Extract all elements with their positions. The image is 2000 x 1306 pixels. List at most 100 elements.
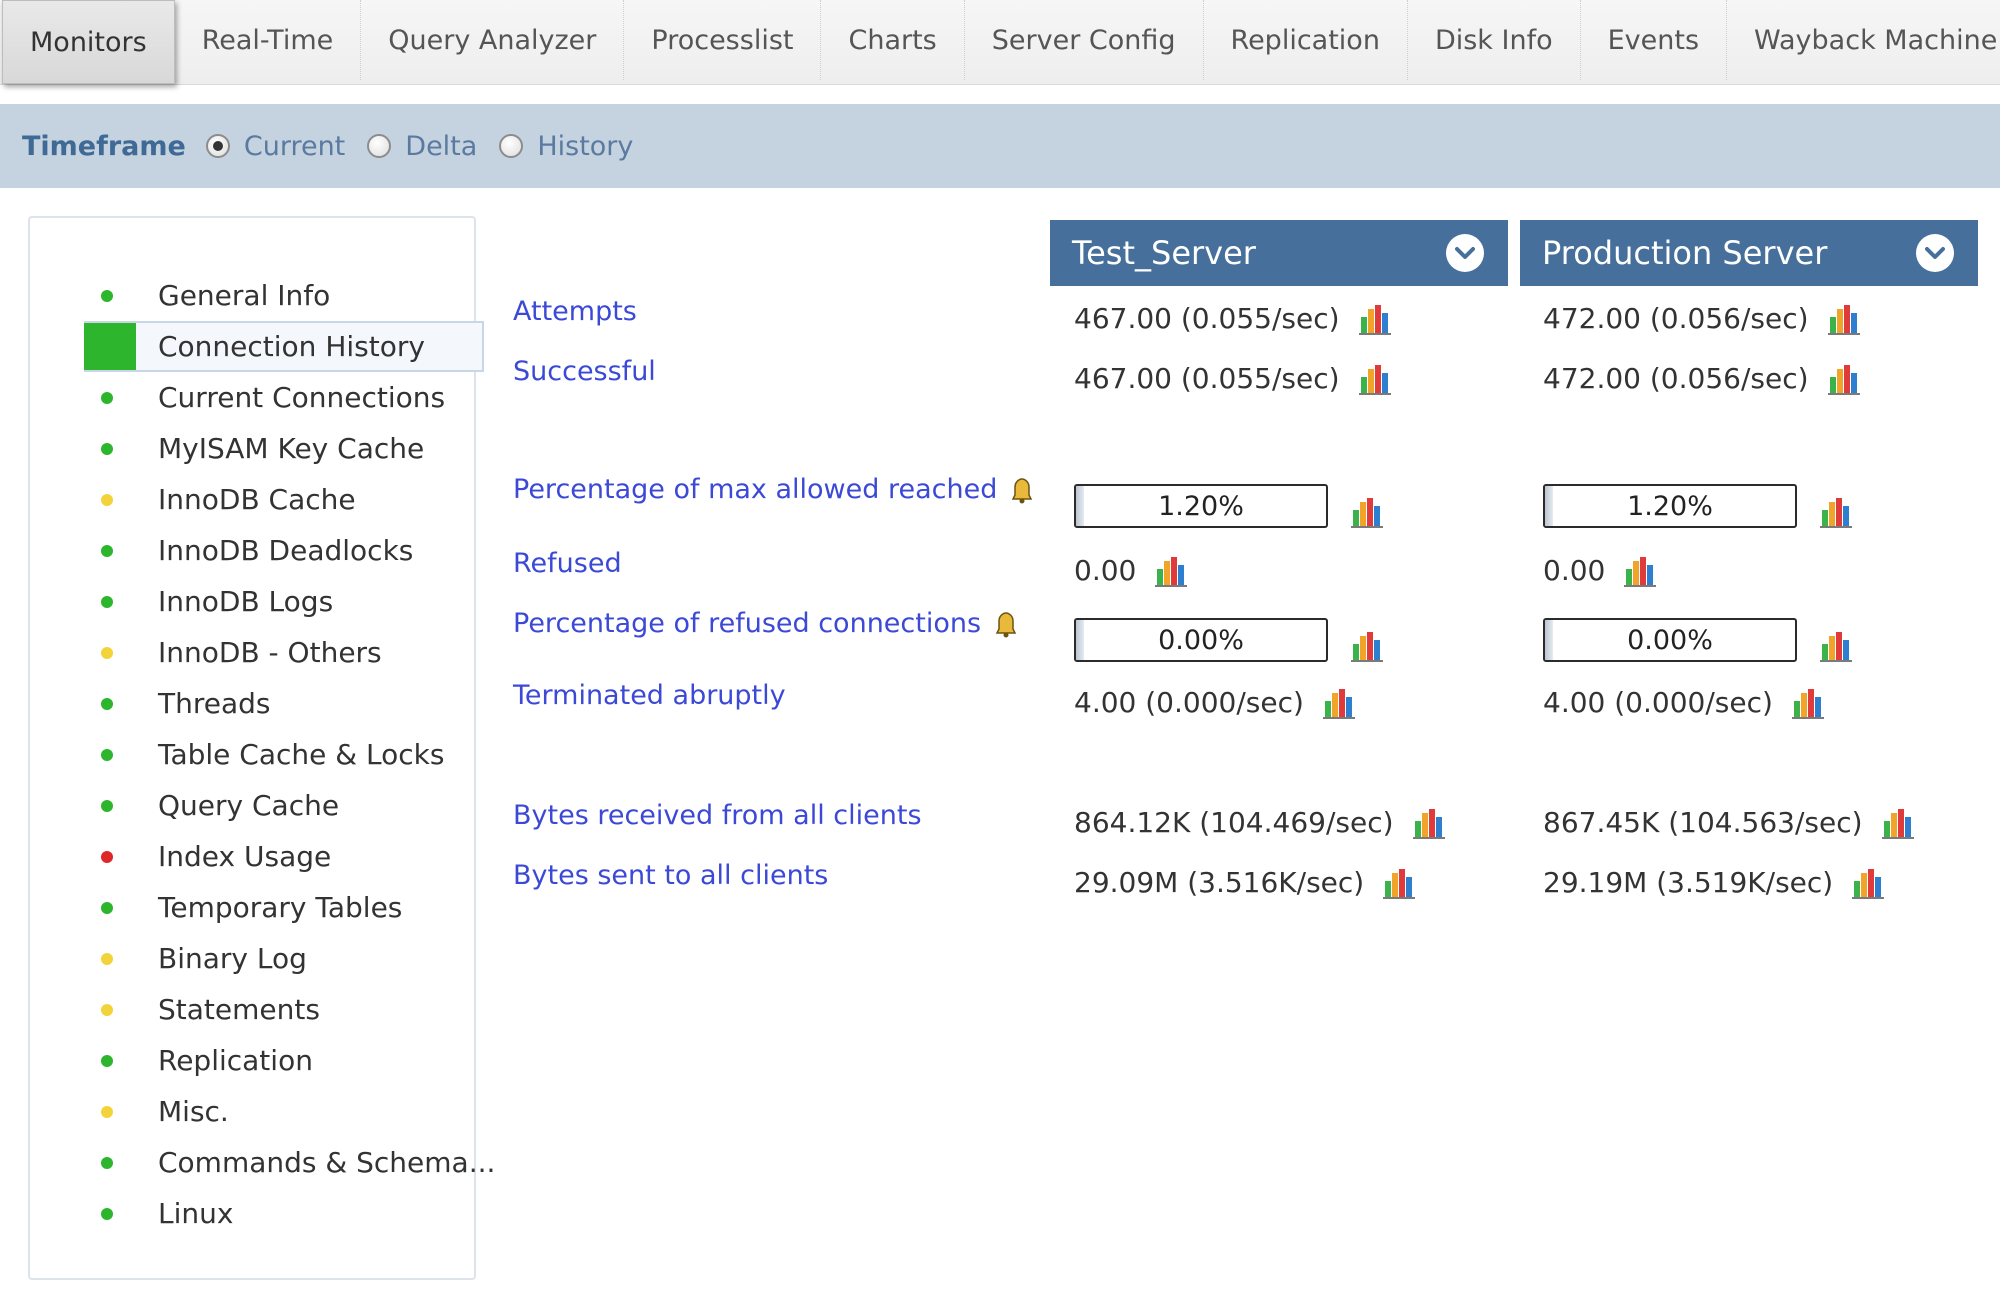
- tab-charts[interactable]: Charts: [821, 0, 965, 80]
- sidebar-item-innodb-deadlocks[interactable]: InnoDB Deadlocks: [54, 525, 484, 576]
- value-successful: 472.00 (0.056/sec): [1543, 362, 1861, 395]
- bar-chart-icon[interactable]: [1819, 630, 1853, 662]
- status-dot: [101, 1054, 113, 1067]
- sidebar-item-binary-log[interactable]: Binary Log: [54, 933, 484, 984]
- value-bytes-received: 867.45K (104.563/sec): [1543, 806, 1915, 839]
- bar-chart-icon[interactable]: [1412, 807, 1446, 839]
- status-dot: [101, 493, 113, 506]
- metric-refused[interactable]: Refused: [513, 548, 622, 579]
- metric-terminated[interactable]: Terminated abruptly: [513, 680, 786, 711]
- sidebar-item-innodb-cache[interactable]: InnoDB Cache: [54, 474, 484, 525]
- chevron-down-icon[interactable]: [1446, 234, 1484, 272]
- sidebar-item-label: Statements: [158, 993, 320, 1026]
- value-terminated: 4.00 (0.000/sec): [1543, 686, 1825, 719]
- sidebar-item-label: Commands & Schema...: [158, 1146, 496, 1179]
- bar-chart-icon[interactable]: [1881, 807, 1915, 839]
- metric-bytes-sent[interactable]: Bytes sent to all clients: [513, 860, 828, 891]
- status-dot: [101, 289, 113, 302]
- sidebar-item-myisam-key-cache[interactable]: MyISAM Key Cache: [54, 423, 484, 474]
- bar-chart-icon[interactable]: [1350, 496, 1384, 528]
- progress-pct-max-allowed: 1.20%: [1074, 484, 1328, 528]
- progress-pct-max-allowed: 1.20%: [1543, 484, 1797, 528]
- sidebar-item-innodb-others[interactable]: InnoDB - Others: [54, 627, 484, 678]
- timeframe-bar: Timeframe Current Delta History: [0, 104, 2000, 188]
- metric-label-text: Percentage of refused connections: [513, 608, 982, 639]
- sidebar-item-label: Threads: [158, 687, 271, 720]
- value-refused: 0.00: [1543, 554, 1657, 587]
- server-name: Test_Server: [1072, 234, 1256, 272]
- status-dot: [101, 595, 113, 608]
- sidebar-item-commands-schema[interactable]: Commands & Schema...: [54, 1137, 495, 1188]
- metric-successful[interactable]: Successful: [513, 356, 656, 387]
- chevron-down-icon[interactable]: [1916, 234, 1954, 272]
- monitor-list: General Info Connection History Current …: [54, 270, 495, 1239]
- metric-attempts[interactable]: Attempts: [513, 296, 637, 327]
- status-dot: [101, 544, 113, 557]
- tab-real-time[interactable]: Real-Time: [175, 0, 362, 80]
- server-header-test: Test_Server: [1050, 220, 1508, 286]
- tab-server-config[interactable]: Server Config: [965, 0, 1204, 80]
- radio-history[interactable]: [499, 134, 524, 158]
- bar-chart-icon[interactable]: [1382, 867, 1416, 899]
- sidebar-item-label: InnoDB Deadlocks: [158, 534, 414, 567]
- bar-chart-icon[interactable]: [1623, 555, 1657, 587]
- sidebar-item-statements[interactable]: Statements: [54, 984, 484, 1035]
- value-refused: 0.00: [1074, 554, 1188, 587]
- sidebar-item-label: Temporary Tables: [158, 891, 403, 924]
- sidebar-item-current-connections[interactable]: Current Connections: [54, 372, 484, 423]
- progress-text: 0.00%: [1627, 624, 1713, 656]
- tab-monitors[interactable]: Monitors: [2, 0, 175, 84]
- timeframe-option-history[interactable]: History: [499, 131, 633, 162]
- bar-chart-icon[interactable]: [1827, 363, 1861, 395]
- sidebar-item-misc[interactable]: Misc.: [54, 1086, 484, 1137]
- bar-chart-icon[interactable]: [1851, 867, 1885, 899]
- progress-fill: [1076, 620, 1084, 660]
- progress-text: 1.20%: [1627, 490, 1713, 522]
- tab-disk-info[interactable]: Disk Info: [1408, 0, 1581, 80]
- sidebar-item-temporary-tables[interactable]: Temporary Tables: [54, 882, 484, 933]
- timeframe-option-delta[interactable]: Delta: [367, 131, 477, 162]
- metric-pct-refused[interactable]: Percentage of refused connections: [513, 608, 1021, 639]
- tab-wayback-machine[interactable]: Wayback Machine: [1727, 0, 2000, 80]
- bar-chart-icon[interactable]: [1322, 687, 1356, 719]
- sidebar-item-label: InnoDB - Others: [158, 636, 382, 669]
- radio-delta[interactable]: [367, 134, 392, 158]
- sidebar-item-label: Table Cache & Locks: [158, 738, 445, 771]
- status-dot: [101, 1105, 113, 1118]
- metric-pct-max-allowed[interactable]: Percentage of max allowed reached: [513, 474, 1037, 505]
- radio-current[interactable]: [205, 134, 230, 158]
- sidebar-item-table-cache-locks[interactable]: Table Cache & Locks: [54, 729, 484, 780]
- bar-chart-icon[interactable]: [1154, 555, 1188, 587]
- status-dot: [101, 697, 113, 710]
- timeframe-option-label: Delta: [405, 130, 478, 162]
- sidebar-item-index-usage[interactable]: Index Usage: [54, 831, 484, 882]
- sidebar-item-linux[interactable]: Linux: [54, 1188, 484, 1239]
- bar-chart-icon[interactable]: [1827, 303, 1861, 335]
- progress-fill: [1076, 486, 1084, 526]
- value-bytes-received: 864.12K (104.469/sec): [1074, 806, 1446, 839]
- value-text: 467.00 (0.055/sec): [1074, 362, 1340, 395]
- sidebar-item-connection-history[interactable]: Connection History: [84, 321, 484, 372]
- bell-icon[interactable]: [1007, 475, 1037, 505]
- bell-icon[interactable]: [991, 609, 1021, 639]
- bar-chart-icon[interactable]: [1350, 630, 1384, 662]
- sidebar-item-replication[interactable]: Replication: [54, 1035, 484, 1086]
- bar-chart-icon[interactable]: [1791, 687, 1825, 719]
- timeframe-option-current[interactable]: Current: [205, 131, 345, 162]
- sidebar-item-general-info[interactable]: General Info: [54, 270, 484, 321]
- bar-chart-icon[interactable]: [1819, 496, 1853, 528]
- sidebar-item-threads[interactable]: Threads: [54, 678, 484, 729]
- tab-query-analyzer[interactable]: Query Analyzer: [361, 0, 625, 80]
- metric-bytes-received[interactable]: Bytes received from all clients: [513, 800, 922, 831]
- tab-replication[interactable]: Replication: [1204, 0, 1408, 80]
- sidebar-item-innodb-logs[interactable]: InnoDB Logs: [54, 576, 484, 627]
- sidebar-item-label: Index Usage: [158, 840, 332, 873]
- bar-chart-icon[interactable]: [1358, 303, 1392, 335]
- bar-chart-icon[interactable]: [1358, 363, 1392, 395]
- server-header-production: Production Server: [1520, 220, 1978, 286]
- status-dot: [101, 1207, 113, 1220]
- sidebar-item-query-cache[interactable]: Query Cache: [54, 780, 484, 831]
- server-name: Production Server: [1542, 234, 1828, 272]
- tab-events[interactable]: Events: [1581, 0, 1728, 80]
- tab-processlist[interactable]: Processlist: [624, 0, 822, 80]
